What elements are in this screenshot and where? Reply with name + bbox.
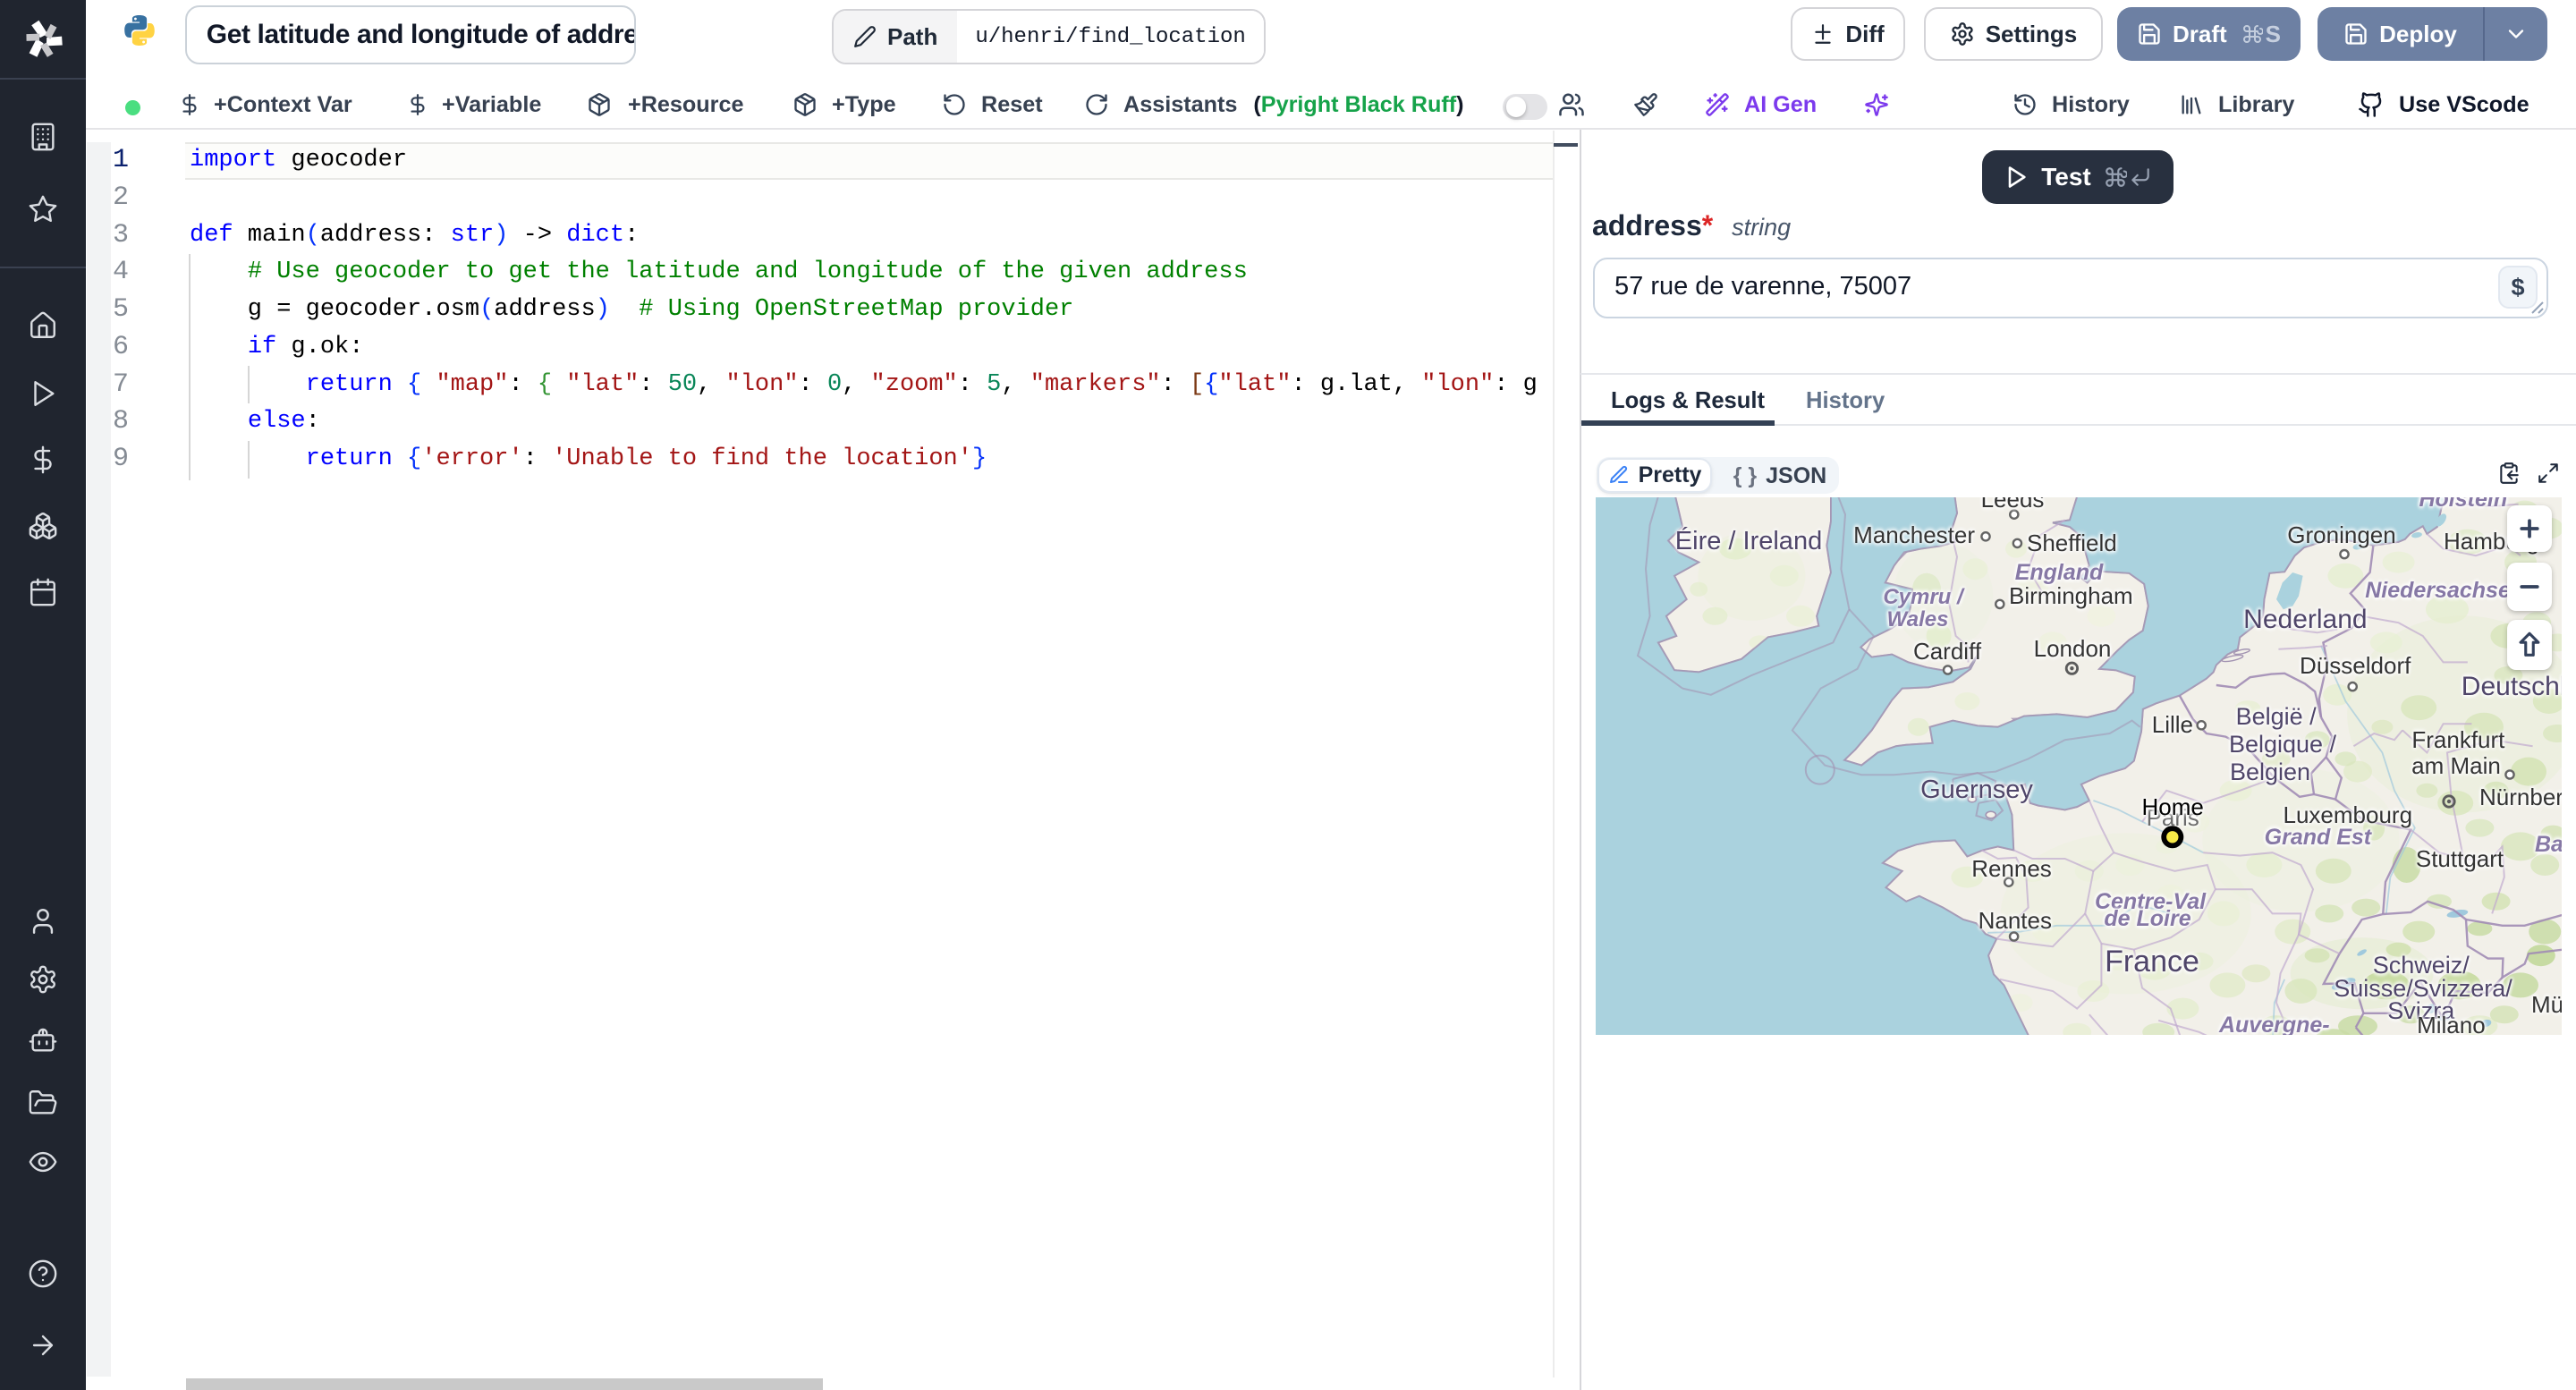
svg-text:Manchester: Manchester — [1853, 521, 1975, 548]
svg-text:Stuttgart: Stuttgart — [2416, 845, 2504, 872]
svg-text:Frankfurt: Frankfurt — [2411, 726, 2505, 753]
svg-text:Home: Home — [2142, 793, 2204, 820]
svg-text:Cymru /: Cymru / — [1883, 585, 1965, 609]
svg-text:am Main: am Main — [2411, 752, 2501, 779]
svg-text:België /: België / — [2236, 703, 2318, 730]
svg-text:Belgien: Belgien — [2230, 759, 2310, 785]
svg-text:Düsseldorf: Düsseldorf — [2300, 652, 2411, 679]
svg-text:Niedersachsen: Niedersachsen — [2365, 578, 2524, 603]
svg-text:Deutschland: Deutschland — [2462, 672, 2562, 701]
svg-text:Wales: Wales — [1887, 607, 1949, 631]
svg-text:Milano: Milano — [2417, 1012, 2486, 1035]
svg-text:Auvergne-: Auvergne- — [2218, 1013, 2330, 1035]
svg-text:Éire / Ireland: Éire / Ireland — [1675, 526, 1822, 555]
svg-text:Rennes: Rennes — [1971, 855, 2052, 882]
svg-text:France: France — [2105, 945, 2199, 979]
svg-text:Leeds: Leeds — [1981, 497, 2045, 513]
svg-text:Holstein: Holstein — [2419, 497, 2507, 512]
svg-text:Birmingham: Birmingham — [2009, 582, 2133, 609]
svg-text:Nederland: Nederland — [2243, 605, 2367, 634]
svg-text:Grand Est: Grand Est — [2265, 825, 2373, 850]
svg-text:Bay: Bay — [2535, 832, 2562, 857]
svg-text:Sheffield: Sheffield — [2027, 530, 2117, 556]
svg-text:Nürnberg: Nürnberg — [2479, 784, 2562, 810]
svg-text:England: England — [2015, 560, 2104, 585]
svg-text:Belgique /: Belgique / — [2229, 731, 2337, 758]
svg-text:Guernsey: Guernsey — [1920, 776, 2033, 804]
svg-text:Cardiff: Cardiff — [1913, 638, 1982, 665]
svg-text:Nantes: Nantes — [1979, 907, 2052, 934]
svg-text:de Loire: de Loire — [2104, 906, 2190, 931]
svg-text:München: München — [2531, 991, 2562, 1018]
svg-text:London: London — [2034, 635, 2112, 662]
svg-text:Groningen: Groningen — [2287, 521, 2395, 548]
svg-text:Lille: Lille — [2152, 711, 2193, 738]
